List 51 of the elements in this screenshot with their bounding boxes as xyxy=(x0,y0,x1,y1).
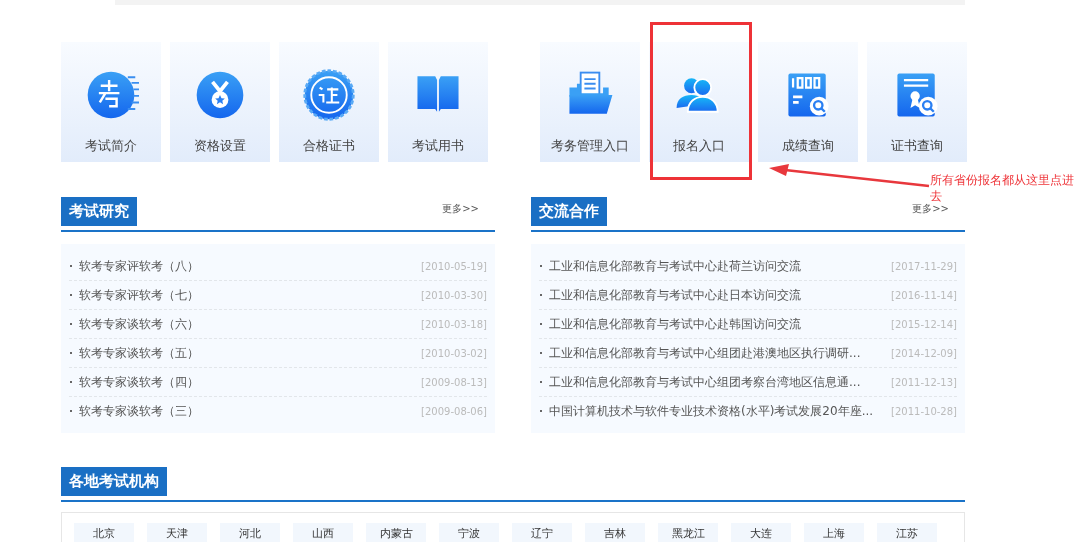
region-link[interactable]: 江苏 xyxy=(877,523,937,542)
news-date: [2010-05-19] xyxy=(421,260,487,272)
news-date: [2017-11-29] xyxy=(891,260,957,272)
news-date: [2009-08-13] xyxy=(421,376,487,388)
news-link[interactable]: 软考专家评软考（七） xyxy=(69,286,199,304)
news-link[interactable]: 工业和信息化部教育与考试中心赴韩国访问交流 xyxy=(539,315,801,333)
seal-icon xyxy=(301,67,357,123)
region-link[interactable]: 天津 xyxy=(147,523,207,542)
news-date: [2010-03-30] xyxy=(421,289,487,301)
region-link[interactable]: 宁波 xyxy=(439,523,499,542)
news-date: [2011-10-28] xyxy=(891,405,957,417)
news-link[interactable]: 软考专家谈软考（五） xyxy=(69,344,199,362)
news-date: [2009-08-06] xyxy=(421,405,487,417)
region-link[interactable]: 大连 xyxy=(731,523,791,542)
region-link[interactable]: 河北 xyxy=(220,523,280,542)
menu-tile[interactable]: 证书查询 xyxy=(867,42,967,162)
news-link[interactable]: 中国计算机技术与软件专业技术资格(水平)考试发展20年座... xyxy=(539,402,874,420)
region-link[interactable]: 山西 xyxy=(293,523,353,542)
news-date: [2011-12-13] xyxy=(891,376,957,388)
region-link[interactable]: 黑龙江 xyxy=(658,523,718,542)
news-link[interactable]: 工业和信息化部教育与考试中心组团考察台湾地区信息通... xyxy=(539,373,861,391)
region-link[interactable]: 辽宁 xyxy=(512,523,572,542)
section-title: 各地考试机构 xyxy=(61,467,167,496)
news-date: [2014-12-09] xyxy=(891,347,957,359)
news-link[interactable]: 软考专家谈软考（四） xyxy=(69,373,199,391)
news-link[interactable]: 工业和信息化部教育与考试中心赴荷兰访问交流 xyxy=(539,257,801,275)
more-link[interactable]: 更多>> xyxy=(912,202,949,216)
news-date: [2015-12-14] xyxy=(891,318,957,330)
region-link[interactable]: 北京 xyxy=(74,523,134,542)
menu-tile[interactable]: 报名入口 xyxy=(649,42,749,162)
section-title: 考试研究 xyxy=(61,197,137,226)
news-date: [2010-03-02] xyxy=(421,347,487,359)
section-title: 交流合作 xyxy=(531,197,607,226)
more-link[interactable]: 更多>> xyxy=(442,202,479,216)
menu-tile[interactable]: 考试简介 xyxy=(61,42,161,162)
news-link[interactable]: 软考专家评软考（八） xyxy=(69,257,199,275)
news-date: [2010-03-18] xyxy=(421,318,487,330)
menu-tile[interactable]: 成绩查询 xyxy=(758,42,858,162)
news-link[interactable]: 软考专家谈软考（三） xyxy=(69,402,199,420)
menu-tile[interactable]: 资格设置 xyxy=(170,42,270,162)
news-link[interactable]: 工业和信息化部教育与考试中心组团赴港澳地区执行调研... xyxy=(539,344,861,362)
news-link[interactable]: 工业和信息化部教育与考试中心赴日本访问交流 xyxy=(539,286,801,304)
news-date: [2016-11-14] xyxy=(891,289,957,301)
region-link[interactable]: 吉林 xyxy=(585,523,645,542)
region-link[interactable]: 内蒙古 xyxy=(366,523,426,542)
menu-tile[interactable]: 合格证书 xyxy=(279,42,379,162)
news-link[interactable]: 软考专家谈软考（六） xyxy=(69,315,199,333)
annotation-text: 所有省份报名都从这里点进去 xyxy=(930,172,1075,204)
region-link[interactable]: 上海 xyxy=(804,523,864,542)
menu-tile[interactable]: 考务管理入口 xyxy=(540,42,640,162)
menu-tile[interactable]: 考试用书 xyxy=(388,42,488,162)
